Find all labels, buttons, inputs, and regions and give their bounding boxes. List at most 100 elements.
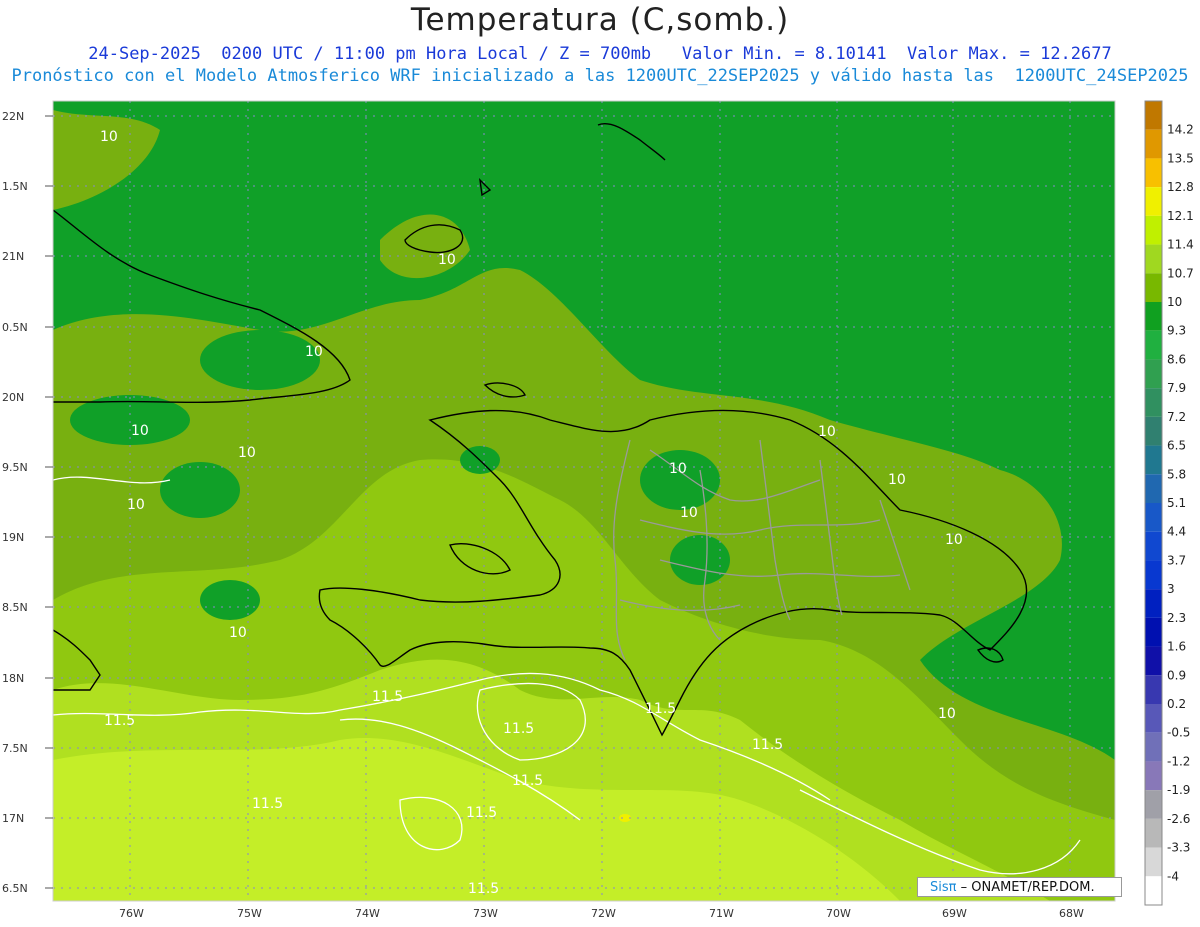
color-legend: 14.2 13.5 12.8 12.1 11.4 10.7 10 9.3 8.6 7.9 7.2 6.…	[1144, 100, 1194, 906]
legend-swatch	[1145, 818, 1162, 848]
legend-label: 4.4	[1167, 525, 1186, 539]
legend-swatch	[1145, 330, 1162, 360]
legend-swatch	[1145, 531, 1162, 561]
contour-label: 11.5	[104, 713, 135, 729]
legend-swatch	[1145, 675, 1162, 704]
legend-swatch	[1145, 589, 1162, 618]
contour-label: 10	[945, 532, 963, 548]
contour-label: 10	[680, 505, 698, 521]
legend-label: -3.3	[1167, 841, 1190, 855]
credit-box: Sisπ – ONAMET/REP.DOM.	[917, 877, 1122, 897]
lon-label: 74W	[355, 907, 380, 920]
contour-label: 11.5	[503, 721, 534, 737]
lon-label: 72W	[591, 907, 616, 920]
legend-label: 7.2	[1167, 410, 1186, 424]
lon-label: 68W	[1059, 907, 1084, 920]
shaded-field	[53, 101, 1115, 901]
legend-label: 11.4	[1167, 238, 1194, 252]
lon-label: 75W	[237, 907, 262, 920]
legend-label: -4	[1167, 869, 1179, 883]
legend-swatch	[1145, 302, 1162, 331]
contour-label: 10	[127, 497, 145, 513]
lat-label: 17N	[2, 812, 24, 825]
legend-label: 12.1	[1167, 209, 1194, 223]
legend-label: 7.9	[1167, 381, 1186, 395]
legend-label: 14.2	[1167, 123, 1194, 137]
legend-swatch	[1145, 215, 1162, 245]
lon-label: 71W	[709, 907, 734, 920]
contour-label: 10	[100, 129, 118, 145]
legend-swatch	[1145, 503, 1162, 532]
lat-label: 22N	[2, 110, 24, 123]
longitude-labels: 76W 75W 74W 73W 72W 71W 70W 69W 68W	[119, 907, 1084, 920]
legend-swatch	[1145, 445, 1162, 475]
legend-swatch	[1145, 560, 1162, 590]
legend-swatch	[1145, 732, 1162, 762]
legend-label: 12.8	[1167, 180, 1194, 194]
latitude-ticks	[45, 115, 53, 889]
legend-label: 3.7	[1167, 553, 1186, 567]
contour-label: 10	[305, 344, 323, 360]
legend-label: 5.1	[1167, 496, 1186, 510]
contour-label: 11.5	[512, 773, 543, 789]
legend-label: -2.6	[1167, 812, 1190, 826]
lat-label: 20N	[2, 391, 24, 404]
legend-swatch	[1145, 158, 1162, 188]
legend-swatch	[1145, 761, 1162, 791]
legend-label: 9.3	[1167, 324, 1186, 338]
legend-swatch	[1145, 101, 1162, 130]
contour-label: 10	[131, 423, 149, 439]
legend-swatch	[1145, 129, 1162, 159]
legend-swatch	[1145, 704, 1162, 733]
legend-swatch	[1145, 187, 1162, 216]
legend-swatch	[1145, 416, 1162, 446]
legend-label: 3	[1167, 582, 1175, 596]
lat-label: 1.5N	[2, 180, 28, 193]
credit-text: – ONAMET/REP.DOM.	[960, 880, 1095, 895]
legend-swatch	[1145, 790, 1162, 819]
contour-label: 11.5	[645, 701, 676, 717]
legend-label: -1.2	[1167, 754, 1190, 768]
lon-label: 76W	[119, 907, 144, 920]
lat-label: 6.5N	[2, 882, 28, 895]
lon-label: 70W	[826, 907, 851, 920]
contour-label: 10	[938, 706, 956, 722]
legend-label: 0.2	[1167, 697, 1186, 711]
contour-label: 11.5	[468, 881, 499, 897]
legend-swatch	[1145, 388, 1162, 417]
legend-label: 10	[1167, 295, 1182, 309]
legend-swatch	[1145, 847, 1162, 877]
contour-label: 10	[888, 472, 906, 488]
temperature-map: 10 10 10 10 10 10 10 10 10 10 10 10 10 1…	[2, 100, 1194, 920]
contour-label: 11.5	[466, 805, 497, 821]
legend-swatch	[1145, 646, 1162, 676]
legend-label: 5.8	[1167, 467, 1186, 481]
lat-label: 0.5N	[2, 321, 28, 334]
lon-label: 73W	[473, 907, 498, 920]
legend-label: 1.6	[1167, 640, 1186, 654]
sispi-logo: Sisπ	[930, 880, 957, 895]
lat-label: 8.5N	[2, 601, 28, 614]
legend-swatch	[1145, 617, 1162, 647]
legend-swatch	[1145, 474, 1162, 503]
legend-swatch	[1145, 876, 1162, 905]
contour-label: 10	[229, 625, 247, 641]
legend-label: 8.6	[1167, 352, 1186, 366]
legend-swatch	[1145, 273, 1162, 302]
legend-swatch	[1145, 244, 1162, 274]
contour-label: 11.5	[252, 796, 283, 812]
legend-swatch	[1145, 359, 1162, 389]
legend-label: -0.5	[1167, 726, 1190, 740]
lat-label: 9.5N	[2, 461, 28, 474]
legend-label: 0.9	[1167, 668, 1186, 682]
lat-label: 21N	[2, 250, 24, 263]
legend-label: 2.3	[1167, 611, 1186, 625]
lat-label: 7.5N	[2, 742, 28, 755]
legend-label: 6.5	[1167, 439, 1186, 453]
contour-label: 10	[818, 424, 836, 440]
lon-label: 69W	[942, 907, 967, 920]
contour-label: 10	[669, 461, 687, 477]
lat-label: 19N	[2, 531, 24, 544]
legend-label: 13.5	[1167, 151, 1194, 165]
legend-label: -1.9	[1167, 783, 1190, 797]
